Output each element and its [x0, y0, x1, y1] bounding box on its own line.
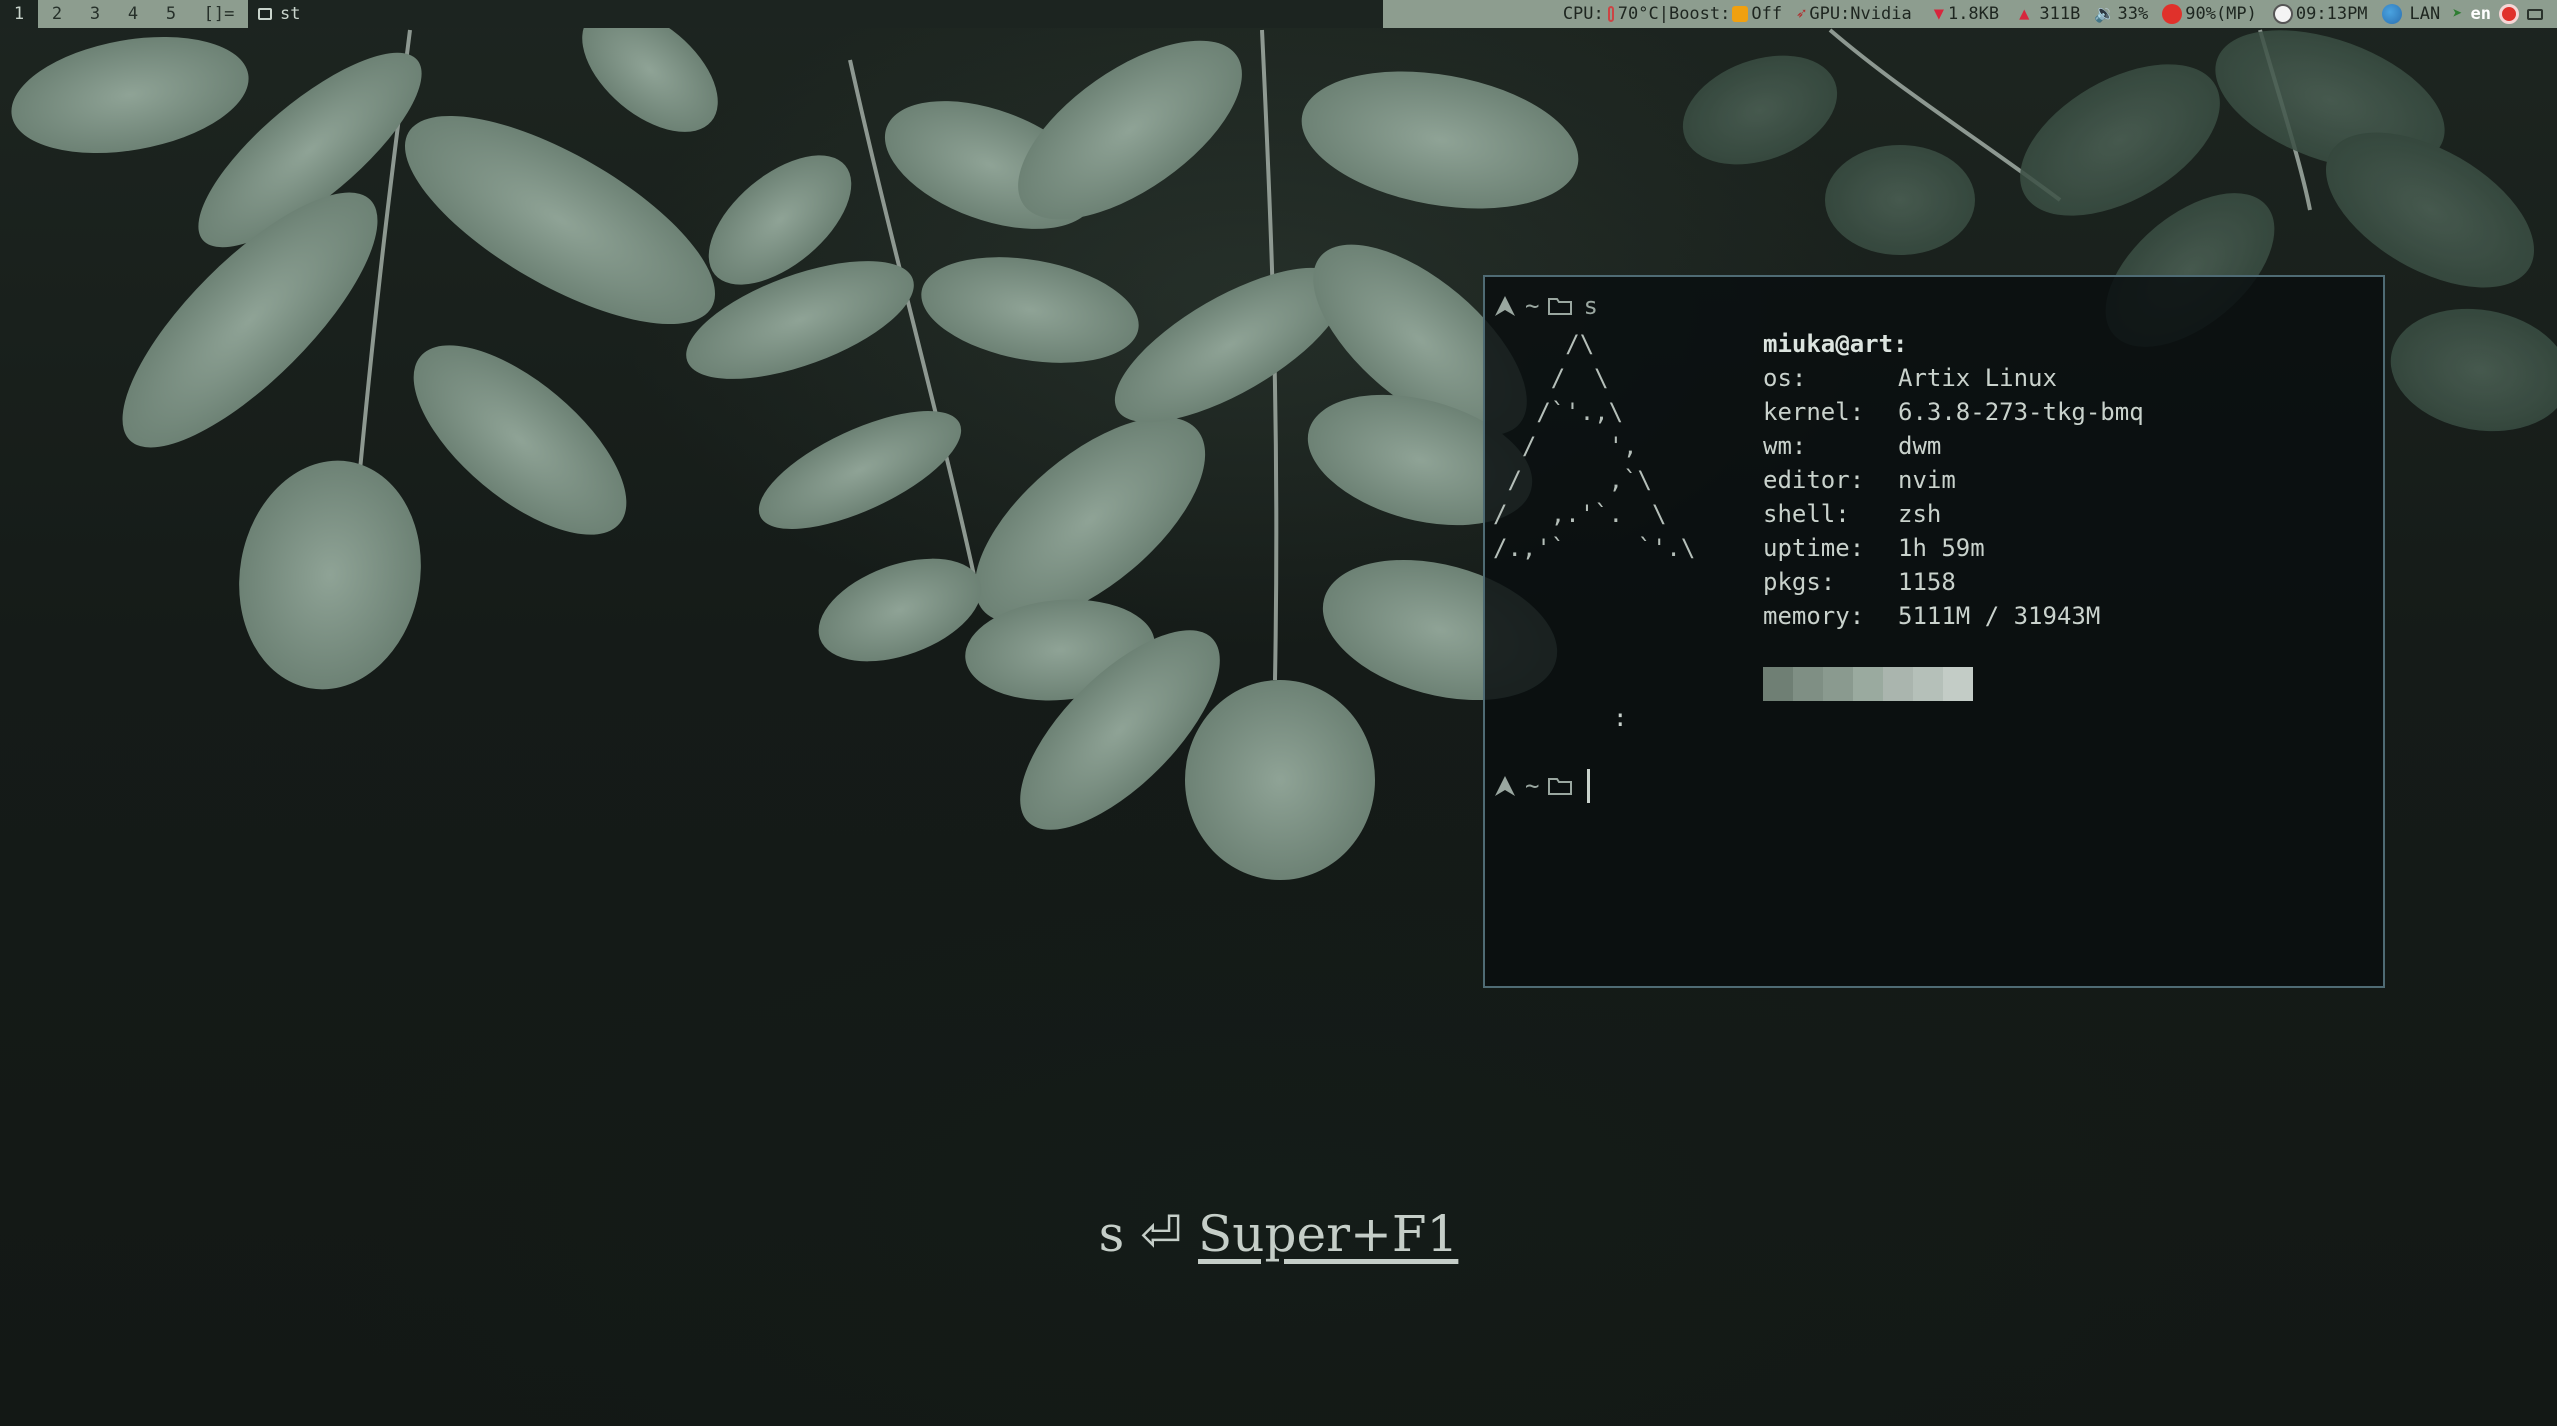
info-row: memory: 5111M / 31943M [1763, 602, 2101, 630]
prompt-tilde: ~ [1525, 772, 1540, 800]
system-info: miuka@art: os: Artix Linux kernel: 6.3.8-2… [1763, 327, 2144, 633]
net-up-value: 311B [2039, 4, 2081, 24]
info-row: shell: zsh [1763, 500, 1942, 528]
tag-1[interactable]: 1 [0, 0, 38, 28]
battery-icon [2162, 4, 2183, 24]
boost-value: Off [1751, 4, 1783, 24]
text-cursor [1587, 769, 1591, 803]
palette-swatch [1943, 667, 1973, 701]
speaker-icon: 🔉 [2094, 4, 2116, 24]
keybinding-hint: s ⏎ Super+F1 [0, 1205, 2557, 1263]
download-arrow-icon: ▼ [1933, 4, 1944, 24]
gpu-status: ➶ GPU:Nvidia [1792, 0, 1916, 28]
battery-value: 90%(MP) [2185, 4, 2257, 24]
palette-swatch [1853, 667, 1883, 701]
tag-3[interactable]: 3 [76, 0, 114, 28]
cpu-label: CPU: [1562, 4, 1604, 24]
tag-4[interactable]: 4 [114, 0, 152, 28]
terminal-icon [258, 8, 272, 20]
hint-command: s [1098, 1205, 1125, 1263]
prompt-line-active[interactable]: ~ [1493, 769, 1591, 803]
arrow-icon [1495, 776, 1515, 796]
network-status[interactable]: LAN [2378, 0, 2445, 28]
clock-status[interactable]: 09:13PM [2269, 0, 2372, 28]
boost-icon [1732, 6, 1749, 22]
net-up-status: ▲ 311B [2015, 0, 2084, 28]
folder-icon [1548, 298, 1573, 315]
palette-swatch [1793, 667, 1823, 701]
telegram-icon[interactable]: ➤ [2448, 0, 2466, 28]
status-area: CPU: 70°C |Boost: Off ➶ GPU:Nvidia ▼ 1.8… [1383, 0, 2557, 28]
boost-label: |Boost: [1658, 4, 1731, 24]
layout-indicator[interactable]: []= [190, 4, 248, 24]
clock-icon [2272, 4, 2293, 24]
palette-swatch [1823, 667, 1853, 701]
globe-icon [2381, 4, 2402, 24]
prompt-command: s [1583, 292, 1598, 320]
info-row: editor: nvim [1763, 466, 1956, 494]
gpu-text: GPU:Nvidia [1809, 4, 1912, 24]
battery-status: 90%(MP) [2158, 0, 2261, 28]
volume-value: 33% [2117, 4, 2149, 24]
ascii-logo: /\ / \ /`'.,\ / ', / ,`\ / ,.'`. \ /.,'`… [1493, 330, 1696, 562]
color-palette [1763, 667, 1973, 701]
palette-swatch [1763, 667, 1793, 701]
info-row: kernel: 6.3.8-273-tkg-bmq [1763, 398, 2144, 426]
enter-icon: ⏎ [1140, 1205, 1183, 1263]
volume-status[interactable]: 🔉 33% [2090, 0, 2152, 28]
keyboard-icon[interactable] [2523, 0, 2547, 28]
net-down-status: ▼ 1.8KB [1930, 0, 2003, 28]
palette-swatch [1883, 667, 1913, 701]
palette-swatch [1913, 667, 1943, 701]
info-row: pkgs: 1158 [1763, 568, 1956, 596]
tag-5[interactable]: 5 [152, 0, 190, 28]
thermometer-icon [1607, 6, 1614, 22]
upload-arrow-icon: ▲ [2019, 4, 2030, 24]
tag-2[interactable]: 2 [38, 0, 76, 28]
colon-marker: : [1613, 704, 1628, 732]
arrow-icon [1495, 296, 1515, 316]
hint-shortcut[interactable]: Super+F1 [1198, 1205, 1458, 1263]
info-row: os: Artix Linux [1763, 364, 2057, 392]
status-bar: 1 2 3 4 5 []= st CPU: 70°C |Boost: Off ➶… [0, 0, 2557, 28]
network-value: LAN [2409, 4, 2441, 24]
prompt-line: ~ s [1493, 289, 1598, 323]
record-icon[interactable] [2495, 0, 2523, 28]
clock-value: 09:13PM [2295, 4, 2368, 24]
cpu-status: CPU: 70°C |Boost: Off [1559, 0, 1786, 28]
window-title-text: st [280, 4, 301, 24]
info-row: wm: dwm [1763, 432, 1942, 460]
terminal-window[interactable]: ~ s /\ / \ /`'.,\ / ', / ,`\ / ,.'`. \ /… [1483, 275, 2385, 988]
prompt-tilde: ~ [1525, 292, 1540, 320]
info-row: uptime: 1h 59m [1763, 534, 1985, 562]
net-down-value: 1.8KB [1947, 4, 2000, 24]
keyboard-layout[interactable]: en [2467, 0, 2495, 28]
keyboard-layout-value: en [2470, 4, 2491, 24]
cpu-temp: 70°C [1617, 4, 1659, 24]
folder-icon [1548, 778, 1573, 795]
rocket-icon: ➶ [1796, 4, 1807, 24]
user-host: miuka@art: [1763, 330, 1908, 358]
window-title[interactable]: st [248, 0, 1383, 28]
